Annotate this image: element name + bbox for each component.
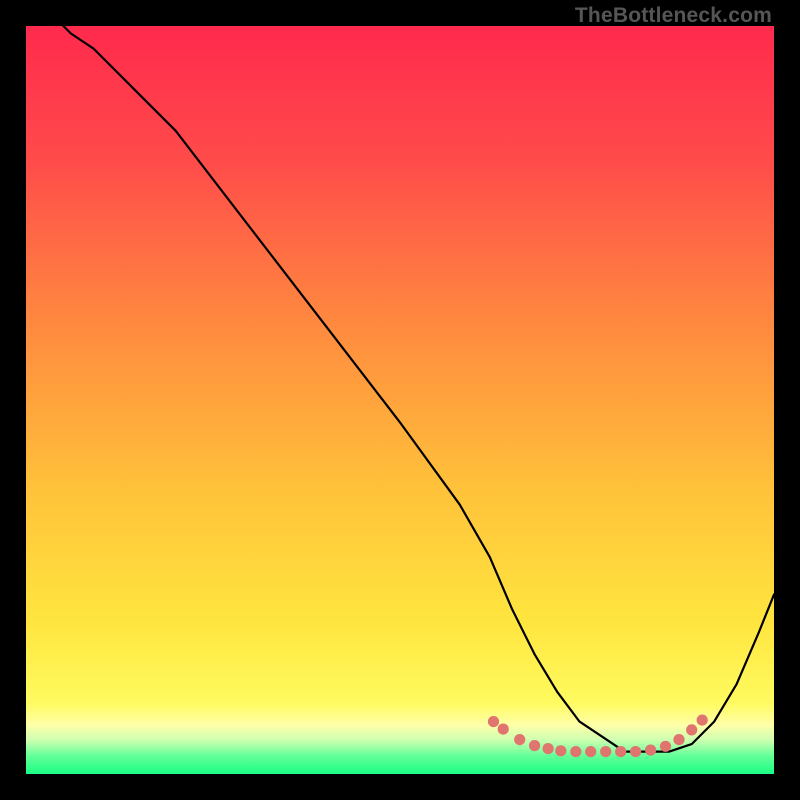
chart-frame <box>26 26 774 774</box>
highlight-dot <box>697 715 708 726</box>
highlight-dot <box>585 746 596 757</box>
highlight-dot <box>529 740 540 751</box>
highlight-dot <box>570 746 581 757</box>
highlight-dot <box>615 746 626 757</box>
highlight-dot <box>600 746 611 757</box>
highlight-dot <box>645 745 656 756</box>
watermark-text: TheBottleneck.com <box>575 4 772 28</box>
highlight-dot <box>498 724 509 735</box>
highlight-dot <box>630 746 641 757</box>
gradient-background <box>26 26 774 774</box>
highlight-dot <box>543 743 554 754</box>
highlight-dot <box>488 716 499 727</box>
highlight-dot <box>514 734 525 745</box>
bottleneck-chart <box>26 26 774 774</box>
highlight-dot <box>660 741 671 752</box>
highlight-dot <box>673 734 684 745</box>
highlight-dot <box>686 724 697 735</box>
highlight-dot <box>555 745 566 756</box>
